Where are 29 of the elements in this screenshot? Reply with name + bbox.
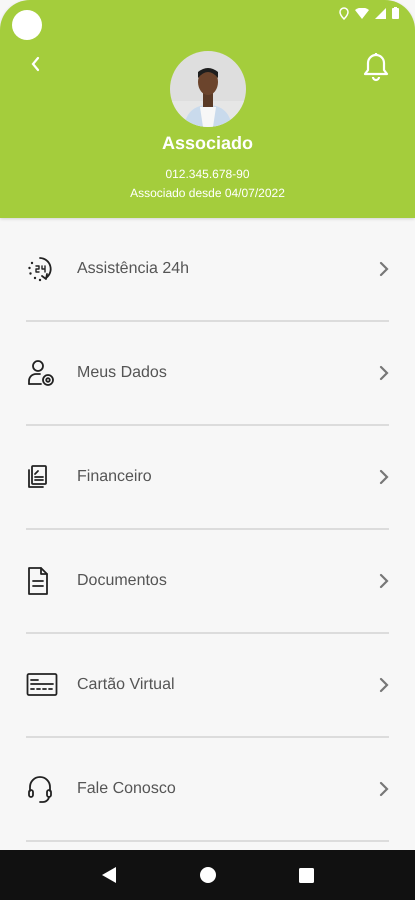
location-icon	[339, 6, 349, 20]
menu-item[interactable]: Documentos	[26, 530, 389, 634]
member-document: 012.345.678-90	[165, 167, 250, 181]
chevron-right-icon	[379, 573, 389, 589]
chevron-right-icon	[379, 469, 389, 485]
member-since: Associado desde 04/07/2022	[130, 186, 285, 200]
home-nav-button[interactable]	[200, 867, 216, 883]
wifi-icon	[355, 8, 369, 18]
chevron-right-icon	[379, 261, 389, 277]
menu-item[interactable]: Fale Conosco	[26, 738, 389, 842]
camera-dot	[12, 10, 42, 40]
document-icon	[26, 566, 50, 596]
chevron-right-icon	[379, 781, 389, 797]
headset-icon	[26, 774, 54, 804]
menu-item[interactable]: Meus Dados	[26, 322, 389, 426]
back-nav-button[interactable]	[101, 866, 118, 884]
signal-icon	[375, 8, 386, 18]
battery-icon	[392, 7, 399, 19]
menu-item[interactable]: Cartão Virtual	[26, 634, 389, 738]
member-name: Associado	[162, 133, 254, 154]
recents-nav-button[interactable]	[298, 868, 314, 882]
menu-item[interactable]: Financeiro	[26, 426, 389, 530]
chevron-right-icon	[379, 365, 389, 381]
chevron-right-icon	[379, 677, 389, 693]
user-settings-icon	[26, 359, 56, 387]
receipt-icon	[26, 464, 50, 490]
menu-item[interactable]: Assistência 24h	[26, 218, 389, 322]
card-icon	[26, 672, 58, 698]
clock-arrow-icon	[26, 255, 54, 283]
